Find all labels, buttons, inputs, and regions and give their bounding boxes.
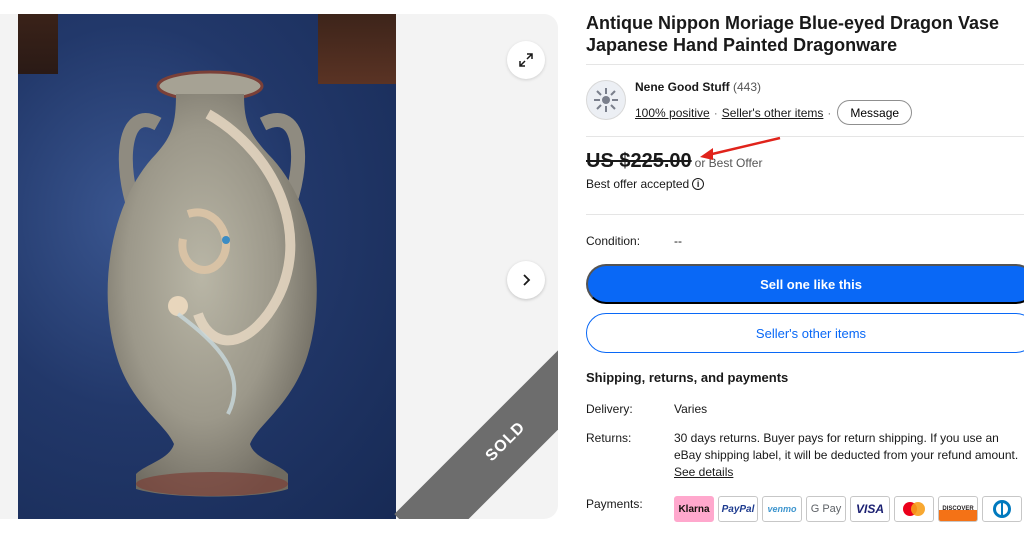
expand-icon xyxy=(519,53,533,67)
visa-label: VISA xyxy=(855,501,884,516)
mastercard-circles xyxy=(903,502,925,516)
seller-feedback-count: (443) xyxy=(733,80,762,94)
divider xyxy=(586,214,1024,215)
condition-label: Condition: xyxy=(586,234,641,248)
google-pay-icon: G Pay xyxy=(806,496,846,522)
delivery-value: Varies xyxy=(674,402,708,416)
mastercard-icon xyxy=(894,496,934,522)
seller-card: Nene Good Stuff (443) 100% positive · Se… xyxy=(586,78,1024,125)
diners-club-mark xyxy=(993,500,1011,518)
condition-value: -- xyxy=(674,234,682,248)
klarna-icon: Klarna xyxy=(674,496,714,522)
seller-logo-icon xyxy=(594,88,618,112)
returns-value: 30 days returns. Buyer pays for return s… xyxy=(674,431,1019,462)
payment-icons: Klarna PayPal venmo G Pay VISA DISCOVER xyxy=(674,496,1022,522)
separator-dot: · xyxy=(827,105,832,120)
delivery-row: Delivery: Varies xyxy=(586,401,1024,418)
next-image-button[interactable] xyxy=(507,261,545,299)
seller-links: 100% positive · Seller's other items · M… xyxy=(635,100,913,125)
seller-name-row: Nene Good Stuff (443) xyxy=(635,80,761,94)
sellers-other-items-button[interactable]: Seller's other items xyxy=(586,313,1024,353)
price-row: US $225.00 or Best Offer xyxy=(586,150,762,173)
divider xyxy=(586,64,1024,65)
payments-row: Payments: Klarna PayPal venmo G Pay VISA… xyxy=(586,496,1022,522)
seller-other-items-link[interactable]: Seller's other items xyxy=(722,106,824,120)
sell-one-like-this-button[interactable]: Sell one like this xyxy=(586,264,1024,304)
seller-avatar[interactable] xyxy=(586,80,626,120)
divider xyxy=(586,136,1024,137)
sold-label: SOLD xyxy=(482,418,529,465)
seller-name[interactable]: Nene Good Stuff xyxy=(635,80,730,94)
returns-value-block: 30 days returns. Buyer pays for return s… xyxy=(674,430,1024,481)
message-button[interactable]: Message xyxy=(837,100,913,125)
expand-button[interactable] xyxy=(507,41,545,79)
discover-icon: DISCOVER xyxy=(938,496,978,522)
returns-row: Returns: 30 days returns. Buyer pays for… xyxy=(586,430,1024,481)
delivery-label: Delivery: xyxy=(586,402,633,416)
venmo-icon: venmo xyxy=(762,496,802,522)
condition-row: Condition: -- xyxy=(586,234,682,248)
item-photo[interactable] xyxy=(18,14,396,519)
offer-status: Best offer accepted i xyxy=(586,177,705,191)
seller-positive-link[interactable]: 100% positive xyxy=(635,106,710,120)
diners-club-icon xyxy=(982,496,1022,522)
shipping-heading: Shipping, returns, and payments xyxy=(586,370,789,385)
see-details-link[interactable]: See details xyxy=(674,465,733,479)
vase-image xyxy=(107,70,317,497)
price: US $225.00 xyxy=(586,150,692,172)
item-title: Antique Nippon Moriage Blue-eyed Dragon … xyxy=(586,13,1000,55)
sold-ribbon: SOLD xyxy=(394,330,558,519)
visa-icon: VISA xyxy=(850,496,890,522)
chevron-right-icon xyxy=(523,274,531,286)
item-details: Antique Nippon Moriage Blue-eyed Dragon … xyxy=(586,12,1024,522)
returns-label: Returns: xyxy=(586,431,632,445)
info-icon[interactable]: i xyxy=(692,178,705,190)
separator-dot: · xyxy=(713,105,718,120)
best-offer-label: or Best Offer xyxy=(694,156,763,170)
offer-status-text: Best offer accepted xyxy=(586,177,690,191)
image-gallery: SOLD xyxy=(0,14,558,519)
payments-label: Payments: xyxy=(586,497,643,511)
paypal-icon: PayPal xyxy=(718,496,758,522)
